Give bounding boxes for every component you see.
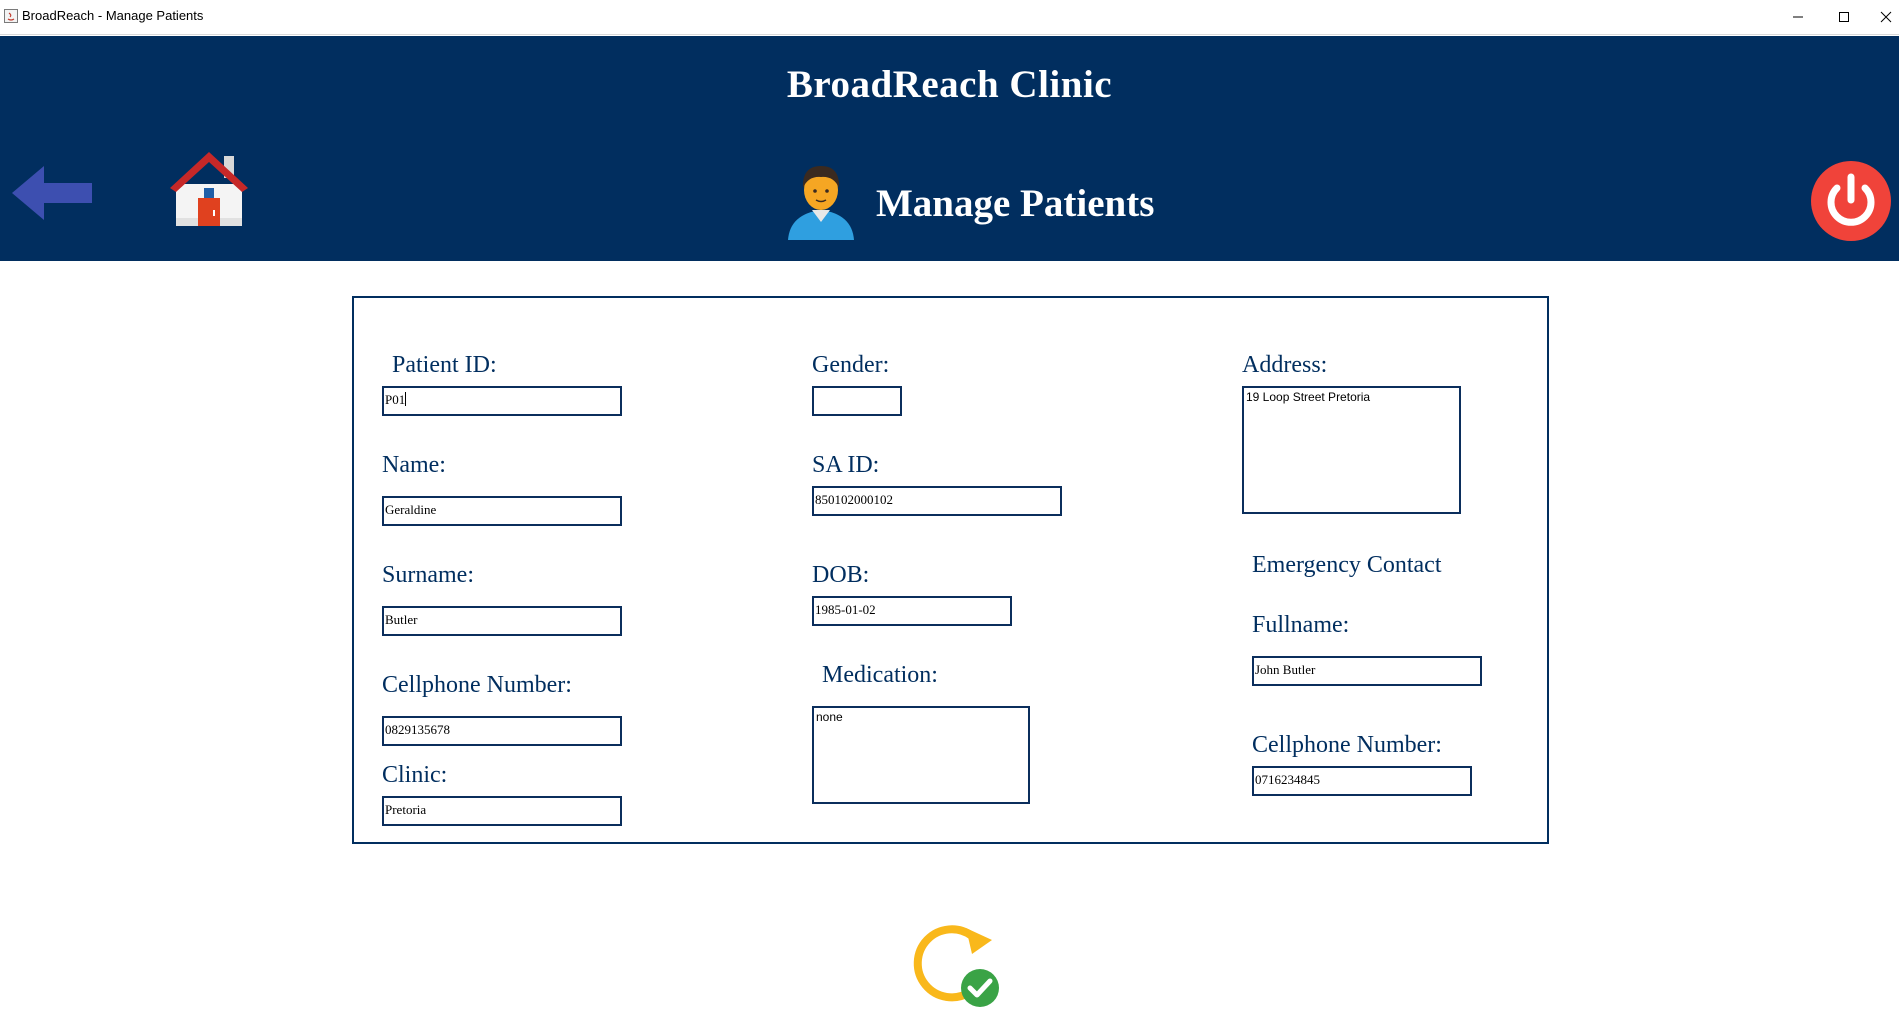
patient-avatar-icon [788, 166, 854, 240]
cellphone-label: Cellphone Number: [382, 672, 572, 698]
dob-input[interactable]: 1985-01-02 [812, 596, 1012, 626]
patient-id-label: Patient ID: [392, 352, 497, 378]
surname-label: Surname: [382, 562, 474, 588]
clinic-name: BroadReach Clinic [786, 63, 1113, 106]
gender-label: Gender: [812, 352, 890, 378]
emergency-cellphone-input[interactable]: 0716234845 [1252, 766, 1472, 796]
app-header: BroadReach Clinic Manage Patients [0, 36, 1899, 261]
emergency-fullname-input[interactable]: John Butler [1252, 656, 1482, 686]
maximize-icon [1839, 12, 1849, 22]
back-arrow-icon[interactable] [12, 164, 94, 222]
address-textarea[interactable]: 19 Loop Street Pretoria [1242, 386, 1461, 514]
patient-id-input[interactable]: P01 [382, 386, 622, 416]
save-update-button[interactable] [910, 918, 1002, 1010]
minimize-icon [1793, 16, 1803, 18]
address-label: Address: [1242, 352, 1328, 378]
minimize-button[interactable] [1775, 0, 1821, 34]
name-input[interactable]: Geraldine [382, 496, 622, 526]
close-icon [1880, 11, 1892, 23]
page-title: Manage Patients [876, 182, 1155, 225]
text-caret [405, 392, 407, 406]
emergency-contact-heading: Emergency Contact [1252, 552, 1442, 578]
medication-textarea[interactable]: none [812, 706, 1030, 804]
dob-label: DOB: [812, 562, 870, 588]
emergency-fullname-label: Fullname: [1252, 612, 1350, 638]
java-app-icon [4, 9, 18, 23]
window-titlebar: BroadReach - Manage Patients [0, 0, 1899, 35]
emergency-cellphone-label: Cellphone Number: [1252, 732, 1442, 758]
close-window-button[interactable] [1863, 0, 1899, 34]
sa-id-label: SA ID: [812, 452, 880, 478]
surname-input[interactable]: Butler [382, 606, 622, 636]
clinic-input[interactable]: Pretoria [382, 796, 622, 826]
medication-label: Medication: [822, 662, 938, 688]
sa-id-input[interactable]: 850102000102 [812, 486, 1062, 516]
home-icon[interactable] [168, 148, 250, 228]
maximize-button[interactable] [1821, 0, 1867, 34]
clinic-label: Clinic: [382, 762, 448, 788]
power-icon[interactable] [1810, 160, 1892, 242]
window-title: BroadReach - Manage Patients [22, 8, 204, 23]
gender-input[interactable] [812, 386, 902, 416]
cellphone-input[interactable]: 0829135678 [382, 716, 622, 746]
name-label: Name: [382, 452, 446, 478]
